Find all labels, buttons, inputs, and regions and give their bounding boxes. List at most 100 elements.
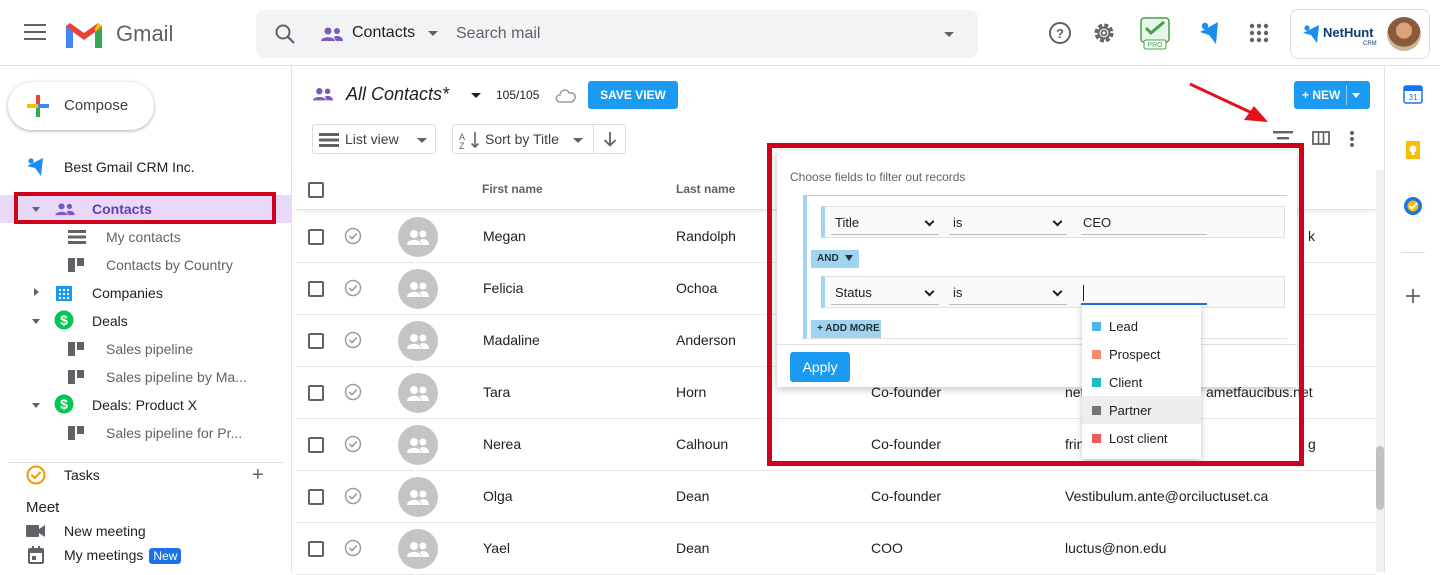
- row-checkbox[interactable]: [308, 333, 324, 349]
- cell-first-name: Felicia: [483, 280, 524, 296]
- avatar[interactable]: [398, 425, 438, 465]
- calendar-icon[interactable]: 31: [1403, 84, 1423, 104]
- chevron-down-icon: [573, 138, 583, 143]
- workspace-item[interactable]: Best Gmail CRM Inc.: [0, 153, 292, 181]
- keep-icon[interactable]: [1403, 140, 1423, 160]
- chevron-down-icon[interactable]: [428, 31, 438, 36]
- avatar[interactable]: [398, 321, 438, 361]
- row-checkbox[interactable]: [308, 437, 324, 453]
- row-checkbox[interactable]: [308, 385, 324, 401]
- people-icon: [407, 490, 429, 505]
- main-menu-icon[interactable]: [24, 24, 46, 42]
- cell-email[interactable]: luctus@non.edu: [1065, 540, 1166, 556]
- sidebar-item-sales-pipeline[interactable]: Sales pipeline: [0, 335, 292, 363]
- check-circle-icon[interactable]: [344, 227, 362, 245]
- meet-section-title: Meet: [26, 499, 60, 516]
- row-checkbox[interactable]: [308, 489, 324, 505]
- sidebar-item-deals-product-x[interactable]: $ Deals: Product X: [0, 391, 292, 419]
- avatar[interactable]: [1387, 17, 1421, 51]
- pro-label: PRO: [1147, 42, 1163, 49]
- list-view-select[interactable]: List view: [312, 124, 436, 154]
- nethunt-icon: [27, 158, 43, 176]
- avatar[interactable]: [398, 269, 438, 309]
- svg-text:$: $: [60, 396, 68, 412]
- view-title[interactable]: All Contacts*: [346, 84, 449, 105]
- cell-last-name: Dean: [676, 488, 710, 504]
- check-circle-icon[interactable]: [344, 331, 362, 349]
- expand-arrow-icon[interactable]: [34, 288, 39, 296]
- search-bar[interactable]: Contacts: [256, 10, 978, 58]
- board-view-icon: [68, 258, 84, 272]
- nethunt-icon[interactable]: [1196, 20, 1222, 46]
- cell-title: COO: [871, 540, 903, 556]
- cell-first-name: Tara: [483, 384, 511, 400]
- expand-arrow-icon[interactable]: [32, 403, 40, 408]
- columns-icon[interactable]: [1312, 130, 1330, 146]
- plus-icon[interactable]: [1403, 286, 1423, 306]
- check-circle-icon[interactable]: [344, 279, 362, 297]
- avatar[interactable]: [398, 477, 438, 517]
- sidebar-item-my-meetings[interactable]: My meetings New: [0, 541, 292, 569]
- compose-button[interactable]: Compose: [8, 82, 154, 130]
- table-row[interactable]: Olga Dean Co-founder Vestibulum.ante@orcilu…: [296, 471, 1376, 523]
- search-scope-label[interactable]: Contacts: [352, 24, 415, 42]
- list-view-icon: [68, 230, 86, 244]
- chevron-down-icon[interactable]: [1352, 93, 1360, 98]
- check-circle-icon[interactable]: [344, 487, 362, 505]
- cell-email[interactable]: Vestibulum.ante@orciluctuset.ca: [1065, 488, 1268, 504]
- scrollbar-thumb[interactable]: [1376, 446, 1384, 510]
- sidebar-item-contacts-by-country[interactable]: Contacts by Country: [0, 251, 292, 279]
- check-circle-icon[interactable]: [344, 383, 362, 401]
- add-task-icon[interactable]: +: [252, 464, 264, 487]
- column-header-last-name[interactable]: Last name: [676, 182, 735, 196]
- check-circle-icon[interactable]: [344, 539, 362, 557]
- row-checkbox[interactable]: [308, 281, 324, 297]
- people-icon: [407, 334, 429, 349]
- sidebar-item-my-contacts[interactable]: My contacts: [0, 223, 292, 251]
- compose-label: Compose: [64, 97, 129, 114]
- tasks-icon[interactable]: [1403, 196, 1423, 216]
- select-all-checkbox[interactable]: [308, 182, 324, 198]
- apps-grid-icon[interactable]: [1246, 20, 1272, 46]
- search-options-icon[interactable]: [944, 32, 954, 37]
- save-view-button[interactable]: SAVE VIEW: [588, 81, 678, 109]
- search-input[interactable]: [456, 22, 916, 46]
- avatar[interactable]: [398, 217, 438, 257]
- cell-first-name: Madaline: [483, 332, 540, 348]
- divider: [1401, 252, 1425, 253]
- table-row[interactable]: Yael Dean COO luctus@non.edu: [296, 523, 1376, 575]
- sidebar-item-sales-pipeline-by-manager[interactable]: Sales pipeline by Ma...: [0, 363, 292, 391]
- dollar-icon: $: [54, 310, 74, 330]
- expand-arrow-icon[interactable]: [32, 319, 40, 324]
- row-checkbox[interactable]: [308, 229, 324, 245]
- avatar[interactable]: [398, 373, 438, 413]
- cell-last-name: Horn: [676, 384, 707, 400]
- contacts-highlight-box: [14, 192, 276, 224]
- more-vert-icon[interactable]: [1348, 130, 1356, 148]
- gear-icon[interactable]: [1091, 20, 1117, 46]
- sidebar-item-deals[interactable]: $ Deals: [0, 307, 292, 335]
- scrollbar[interactable]: [1376, 170, 1384, 572]
- account-switcher[interactable]: NetHunt CRM: [1290, 9, 1430, 59]
- people-icon: [321, 27, 343, 41]
- chevron-down-icon: [417, 138, 427, 143]
- cell-first-name: Olga: [483, 488, 513, 504]
- chevron-down-icon[interactable]: [471, 93, 481, 98]
- sidebar-item-companies[interactable]: Companies: [0, 279, 292, 307]
- row-checkbox[interactable]: [308, 541, 324, 557]
- sidebar-item-label: Deals: Product X: [92, 397, 198, 413]
- help-icon[interactable]: ?: [1047, 20, 1073, 46]
- avatar[interactable]: [398, 529, 438, 569]
- column-header-first-name[interactable]: First name: [482, 182, 543, 196]
- sidebar-item-tasks[interactable]: Tasks: [0, 461, 292, 489]
- check-circle-icon[interactable]: [344, 435, 362, 453]
- sort-direction-icon[interactable]: [601, 130, 619, 148]
- cell-first-name: Yael: [483, 540, 510, 556]
- board-view-icon: [68, 342, 84, 356]
- sidebar-item-sales-pipeline-for-product[interactable]: Sales pipeline for Pr...: [0, 419, 292, 447]
- pro-extension-icon[interactable]: PRO: [1138, 16, 1172, 50]
- gmail-logo-icon[interactable]: [64, 20, 104, 50]
- search-icon[interactable]: [274, 23, 296, 45]
- sort-select[interactable]: A Z Sort by Title: [452, 124, 626, 154]
- new-record-button[interactable]: + NEW: [1294, 81, 1370, 109]
